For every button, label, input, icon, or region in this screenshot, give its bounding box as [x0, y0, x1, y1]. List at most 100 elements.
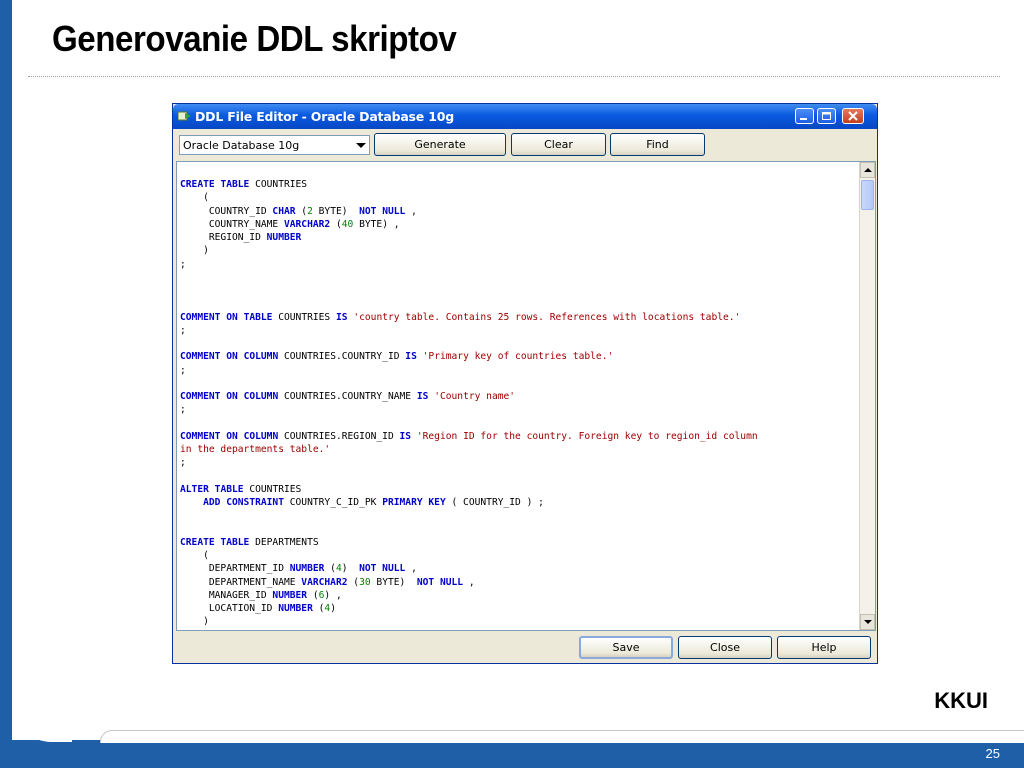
code-line: ; — [180, 324, 860, 337]
slide-bottom-bar — [0, 740, 1024, 768]
code-text: COUNTRIES — [249, 179, 308, 190]
app-icon — [178, 111, 191, 121]
code-text: COUNTRY_C_ID_PK — [283, 497, 383, 508]
code-text: ) , — [324, 589, 342, 601]
scroll-down-button[interactable] — [860, 614, 875, 630]
code-text: COUNTRY_NAME — [180, 218, 284, 230]
scroll-up-button[interactable] — [860, 162, 875, 178]
code-text: ( — [180, 550, 209, 561]
code-line: DEPARTMENT_NAME VARCHAR2 (30 BYTE) NOT N… — [180, 576, 860, 589]
code-keyword: CONSTRAINT — [226, 497, 284, 508]
code-keyword: TABLE — [220, 536, 250, 548]
code-text: ( — [330, 218, 342, 230]
code-line: COUNTRY_ID CHAR (2 BYTE) NOT NULL , — [180, 205, 860, 218]
code-line: ​ — [180, 417, 860, 430]
code-keyword: TABLE — [243, 311, 273, 323]
code-line: ; — [180, 258, 860, 271]
code-keyword: KEY — [428, 497, 446, 508]
vertical-scrollbar[interactable] — [859, 162, 875, 630]
title-divider — [28, 76, 1000, 77]
slide-title: Generovanie DDL skriptov — [52, 18, 457, 59]
code-keyword: ADD — [203, 497, 221, 508]
code-keyword: TABLE — [214, 483, 244, 495]
code-line: ALTER TABLE COUNTRIES — [180, 483, 860, 496]
code-keyword: VARCHAR2 — [301, 576, 348, 588]
ddl-code[interactable]: CREATE TABLE COUNTRIES ( COUNTRY_ID CHAR… — [180, 178, 860, 629]
database-select-value: Oracle Database 10g — [183, 139, 300, 152]
code-keyword: COMMENT — [180, 351, 221, 363]
code-keyword: CREATE — [180, 179, 215, 190]
code-keyword: NUMBER — [278, 603, 313, 614]
code-keyword: NOT NULL — [359, 205, 406, 217]
code-keyword: ON — [226, 311, 238, 323]
scroll-up-icon — [864, 168, 872, 172]
code-line: ADD CONSTRAINT COUNTRY_C_ID_PK PRIMARY K… — [180, 496, 860, 509]
save-button[interactable]: Save — [579, 636, 673, 659]
code-keyword: NUMBER — [272, 589, 308, 601]
code-line: ​ — [180, 297, 860, 310]
code-line: ​ — [180, 509, 860, 522]
clear-button[interactable]: Clear — [511, 133, 606, 156]
close-button[interactable]: Close — [678, 636, 772, 659]
code-text: ) — [330, 603, 336, 614]
code-line: ; — [180, 456, 860, 469]
code-line: CREATE TABLE COUNTRIES — [180, 178, 860, 191]
code-keyword: IS — [416, 391, 429, 402]
code-text: LOCATION_ID — [180, 603, 279, 614]
slide-bottom-curve — [12, 700, 72, 742]
code-keyword: IS — [399, 430, 412, 442]
code-line: ​ — [180, 377, 860, 390]
generate-button[interactable]: Generate — [374, 133, 506, 156]
maximize-icon — [822, 112, 831, 120]
code-text: ( — [324, 563, 336, 575]
ddl-text-editor[interactable]: CREATE TABLE COUNTRIES ( COUNTRY_ID CHAR… — [176, 161, 876, 631]
maximize-button[interactable] — [817, 108, 836, 124]
code-text: COUNTRIES.COUNTRY_ID — [278, 351, 406, 363]
scroll-thumb[interactable] — [861, 180, 874, 210]
code-keyword: ON — [226, 430, 238, 442]
code-line: DEPARTMENT_ID NUMBER (4) NOT NULL , — [180, 562, 860, 575]
slide-left-bar — [0, 0, 12, 768]
code-keyword: IS — [336, 311, 348, 323]
code-text: ; — [180, 258, 186, 270]
window-titlebar[interactable]: DDL File Editor - Oracle Database 10g — [173, 104, 877, 129]
ddl-editor-window: DDL File Editor - Oracle Database 10g Or… — [172, 103, 878, 664]
code-keyword: VARCHAR2 — [283, 218, 331, 230]
code-text: COUNTRIES — [272, 311, 336, 323]
code-keyword: COLUMN — [243, 391, 279, 402]
code-line: CREATE TABLE DEPARTMENTS — [180, 536, 860, 549]
code-line: MANAGER_ID NUMBER (6) , — [180, 589, 860, 602]
code-string: 'country table. Contains 25 rows. Refere… — [353, 311, 741, 323]
code-text: REGION_ID — [180, 232, 267, 243]
code-text: ( — [312, 603, 325, 614]
code-text: BYTE) , — [353, 218, 400, 230]
code-keyword: ON — [226, 391, 238, 402]
code-line: ) — [180, 244, 860, 257]
code-keyword: NUMBER — [289, 563, 325, 575]
code-line: ( — [180, 549, 860, 562]
dropdown-arrow-icon — [356, 143, 366, 148]
code-keyword: TABLE — [220, 179, 250, 190]
code-keyword: CHAR — [272, 205, 296, 217]
slide-bottom-frame — [100, 730, 1024, 743]
code-text: ) — [180, 245, 209, 257]
code-text: , — [405, 205, 417, 217]
code-text: ( — [307, 589, 319, 601]
close-icon — [848, 111, 858, 121]
help-button[interactable]: Help — [777, 636, 871, 659]
minimize-button[interactable] — [795, 108, 814, 124]
code-text: ( — [347, 576, 360, 588]
minimize-icon — [800, 118, 807, 120]
code-text: BYTE) — [312, 205, 360, 217]
page-number: 25 — [985, 746, 1000, 761]
find-button[interactable]: Find — [610, 133, 705, 156]
close-window-button[interactable] — [842, 108, 864, 124]
code-number: 30 — [359, 576, 371, 588]
code-text: ; — [180, 457, 186, 469]
code-number: 40 — [341, 218, 354, 230]
code-keyword: COLUMN — [243, 351, 279, 363]
code-keyword: COMMENT — [180, 430, 221, 442]
database-select[interactable]: Oracle Database 10g — [179, 135, 370, 155]
code-keyword: COLUMN — [243, 430, 279, 442]
